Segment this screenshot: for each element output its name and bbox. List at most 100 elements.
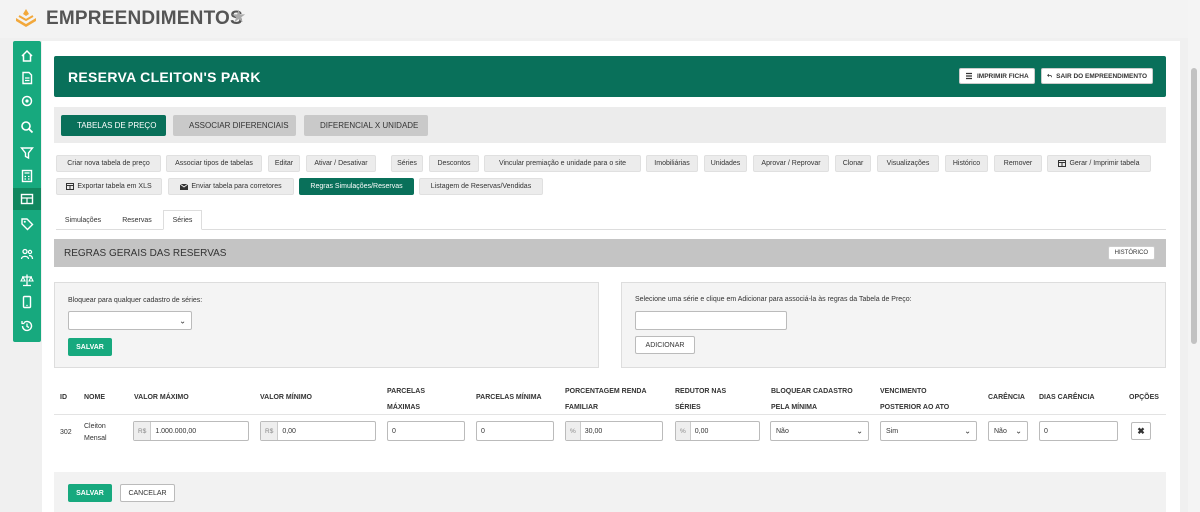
sidebar-history-icon[interactable] xyxy=(13,315,41,337)
sidebar xyxy=(13,41,41,342)
tab-associate-differentials[interactable]: ASSOCIAR DIFERENCIAIS xyxy=(173,115,296,136)
sidebar-table-icon[interactable] xyxy=(13,188,41,210)
valor-min-value: 0,00 xyxy=(282,427,296,435)
action-send-brokers-label: Enviar tabela para corretores xyxy=(191,183,282,190)
main-tabs: TABELAS DE PREÇO ASSOCIAR DIFERENCIAIS D… xyxy=(54,107,1166,143)
sidebar-settings-icon[interactable] xyxy=(13,90,41,112)
th-venc-line1: VENCIMENTO xyxy=(880,388,927,395)
action-approve[interactable]: Aprovar / Reprovar xyxy=(753,155,829,172)
exit-project-label: SAIR DO EMPREENDIMENTO xyxy=(1056,72,1147,80)
bloquear-value: Não xyxy=(776,427,789,435)
scrollbar[interactable] xyxy=(1188,0,1200,512)
sidebar-filter-icon[interactable] xyxy=(13,142,41,164)
th-dias-carencia: DIAS CARÊNCIA xyxy=(1039,394,1095,401)
chevron-down-icon: ⌄ xyxy=(856,426,863,436)
row-nome-line1: Cleiton xyxy=(84,423,106,430)
row-id: 302 xyxy=(60,429,72,436)
parcelas-max-input[interactable]: 0 xyxy=(387,421,465,441)
print-sheet-button[interactable]: IMPRIMIR FICHA xyxy=(959,68,1035,84)
remove-row-close-icon[interactable]: ✖ xyxy=(1131,422,1151,440)
action-views[interactable]: Visualizações xyxy=(877,155,939,172)
row-nome-line2: Mensal xyxy=(84,435,107,442)
th-redutor: REDUTOR NAS SÉRIES xyxy=(675,386,726,413)
action-real-estate[interactable]: Imobiliárias xyxy=(646,155,698,172)
vencimento-select[interactable]: Sim ⌄ xyxy=(880,421,977,441)
th-vencimento: VENCIMENTO POSTERIOR AO ATO xyxy=(880,386,949,413)
th-redutor-line2: SÉRIES xyxy=(675,404,701,411)
action-export-xls[interactable]: Exportar tabela em XLS xyxy=(56,178,162,195)
tab-associate-differentials-label: ASSOCIAR DIFERENCIAIS xyxy=(189,121,289,130)
tab-differential-unit[interactable]: DIFERENCIAL X UNIDADE xyxy=(304,115,428,136)
porc-renda-value: 30,00 xyxy=(584,427,603,435)
dias-carencia-value: 0 xyxy=(1044,427,1048,435)
tab-price-tables[interactable]: TABELAS DE PREÇO xyxy=(61,115,166,136)
dias-carencia-input[interactable]: 0 xyxy=(1039,421,1118,441)
sidebar-document-icon[interactable] xyxy=(13,67,41,89)
subtab-simulations[interactable]: Simulações xyxy=(56,210,110,230)
currency-prefix: R$ xyxy=(261,422,279,440)
action-rules-simulations[interactable]: Regras Simulações/Reservas xyxy=(299,178,414,195)
block-series-label: Bloquear para qualquer cadastro de série… xyxy=(68,297,203,304)
action-link-awards[interactable]: Vincular premiação e unidade para o site xyxy=(484,155,641,172)
sidebar-scale-icon[interactable] xyxy=(13,269,41,291)
block-series-box: Bloquear para qualquer cadastro de série… xyxy=(54,282,599,368)
subtabs: Simulações Reservas Séries xyxy=(56,208,1166,230)
valor-max-value: 1.000.000,00 xyxy=(155,427,197,435)
history-button[interactable]: HISTÓRICO xyxy=(1107,246,1155,260)
sidebar-tag-icon[interactable] xyxy=(13,213,41,235)
exit-project-button[interactable]: SAIR DO EMPREENDIMENTO xyxy=(1041,68,1153,84)
page-title: RESERVA CLEITON'S PARK xyxy=(68,69,261,85)
action-generate-print[interactable]: Gerar / Imprimir tabela xyxy=(1047,155,1151,172)
page-title-bar: RESERVA CLEITON'S PARK IMPRIMIR FICHA SA… xyxy=(54,56,1166,97)
sidebar-search-icon[interactable] xyxy=(13,116,41,138)
th-parcelas-min: PARCELAS MÍNIMA xyxy=(476,394,542,401)
action-create-table[interactable]: Criar nova tabela de preço xyxy=(56,155,161,172)
subtab-series[interactable]: Séries xyxy=(163,210,202,230)
chevron-down-icon: ⌄ xyxy=(1015,426,1022,436)
save-block-button[interactable]: SALVAR xyxy=(68,338,112,356)
th-bloq-line1: BLOQUEAR CADASTRO xyxy=(771,388,853,395)
series-select-box: Selecione uma série e clique em Adiciona… xyxy=(621,282,1166,368)
tab-differential-unit-label: DIFERENCIAL X UNIDADE xyxy=(320,121,419,130)
series-input[interactable] xyxy=(635,311,787,330)
cancel-button[interactable]: CANCELAR xyxy=(120,484,175,502)
carencia-value: Não xyxy=(994,427,1007,435)
sidebar-mobile-icon[interactable] xyxy=(13,291,41,313)
logo-icon xyxy=(16,9,36,27)
redutor-value: 0,00 xyxy=(694,427,709,435)
action-listing-reservations[interactable]: Listagem de Reservas/Vendidas xyxy=(419,178,543,195)
parcelas-min-input[interactable]: 0 xyxy=(476,421,554,441)
top-header: EMPREENDIMENTOS ★ xyxy=(0,0,1200,38)
action-associate-types[interactable]: Associar tipos de tabelas xyxy=(166,155,262,172)
th-porc-renda: PORCENTAGEM RENDA FAMILIAR xyxy=(565,386,647,413)
action-activate[interactable]: Ativar / Desativar xyxy=(306,155,376,172)
porc-renda-input[interactable]: % 30,00 xyxy=(565,421,663,441)
th-venc-line2: POSTERIOR AO ATO xyxy=(880,404,950,411)
action-edit[interactable]: Editar xyxy=(268,155,300,172)
sidebar-calculator-icon[interactable] xyxy=(13,165,41,187)
action-units[interactable]: Unidades xyxy=(704,155,747,172)
form-footer: SALVAR CANCELAR xyxy=(54,472,1166,512)
scrollbar-thumb[interactable] xyxy=(1191,68,1197,344)
action-discounts[interactable]: Descontos xyxy=(429,155,479,172)
favorite-star-icon[interactable]: ★ xyxy=(231,7,246,27)
valor-max-input[interactable]: R$ 1.000.000,00 xyxy=(133,421,249,441)
save-button[interactable]: SALVAR xyxy=(68,484,112,502)
action-send-brokers[interactable]: Enviar tabela para corretores xyxy=(168,178,294,195)
action-clone[interactable]: Clonar xyxy=(835,155,871,172)
carencia-select[interactable]: Não ⌄ xyxy=(988,421,1028,441)
valor-min-input[interactable]: R$ 0,00 xyxy=(260,421,376,441)
block-series-select[interactable]: ⌄ xyxy=(68,311,192,330)
bloquear-select[interactable]: Não ⌄ xyxy=(770,421,869,441)
app-title: EMPREENDIMENTOS xyxy=(46,8,243,29)
subtab-reservations[interactable]: Reservas xyxy=(112,210,162,230)
th-parcelas-max-line2: MÁXIMAS xyxy=(387,404,421,411)
action-series[interactable]: Séries xyxy=(391,155,423,172)
add-series-button[interactable]: ADICIONAR xyxy=(635,336,695,354)
list-icon xyxy=(966,72,972,80)
action-history[interactable]: Histórico xyxy=(945,155,988,172)
sidebar-home-icon[interactable] xyxy=(13,45,41,67)
action-remove[interactable]: Remover xyxy=(994,155,1042,172)
redutor-input[interactable]: % 0,00 xyxy=(675,421,760,441)
sidebar-users-icon[interactable] xyxy=(13,243,41,265)
